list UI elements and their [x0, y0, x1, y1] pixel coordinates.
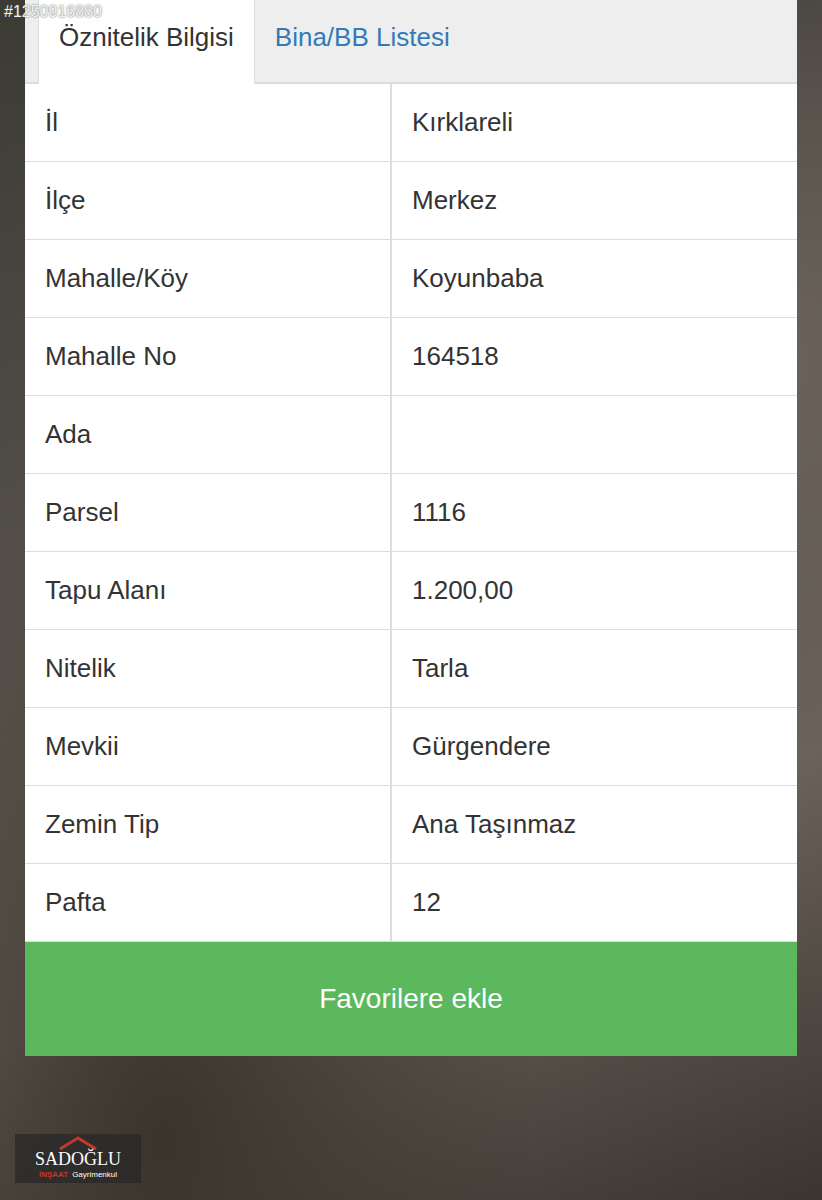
row-value: Merkez — [392, 162, 797, 239]
table-row: Zemin TipAna Taşınmaz — [25, 786, 797, 864]
tab[interactable]: Bina/BB Listesi — [255, 0, 470, 82]
logo-name: SADOĞLU — [35, 1150, 121, 1170]
table-row: Tapu Alanı1.200,00 — [25, 552, 797, 630]
table-row: Mahalle/KöyKoyunbaba — [25, 240, 797, 318]
row-value: 1116 — [392, 474, 797, 551]
screen: Öznitelik BilgisiBina/BB ListesiİlKırkla… — [0, 0, 822, 1200]
table-row: Mahalle No164518 — [25, 318, 797, 396]
roof-icon — [58, 1136, 98, 1150]
company-logo: SADOĞLUİNŞAATGayrimenkul — [15, 1134, 141, 1183]
table-row: Parsel1116 — [25, 474, 797, 552]
row-value: 12 — [392, 864, 797, 941]
row-value: Koyunbaba — [392, 240, 797, 317]
watermark-id: #1250916880 — [4, 3, 102, 21]
row-label: Ada — [25, 396, 392, 473]
row-value: Ana Taşınmaz — [392, 786, 797, 863]
row-label: Parsel — [25, 474, 392, 551]
row-label: Zemin Tip — [25, 786, 392, 863]
tab-bar: Öznitelik BilgisiBina/BB Listesi — [25, 0, 797, 84]
row-label: Nitelik — [25, 630, 392, 707]
row-label: Tapu Alanı — [25, 552, 392, 629]
row-value: Kırklareli — [392, 84, 797, 161]
row-label: Pafta — [25, 864, 392, 941]
row-label: İl — [25, 84, 392, 161]
table-row: Ada — [25, 396, 797, 474]
row-value — [392, 396, 797, 473]
row-value: 164518 — [392, 318, 797, 395]
row-value: Tarla — [392, 630, 797, 707]
table-row: İlKırklareli — [25, 84, 797, 162]
row-label: Mahalle No — [25, 318, 392, 395]
row-label: Mevkii — [25, 708, 392, 785]
row-label: Mahalle/Köy — [25, 240, 392, 317]
attribute-table: İlKırklareliİlçeMerkezMahalle/KöyKoyunba… — [25, 84, 797, 942]
row-value: 1.200,00 — [392, 552, 797, 629]
add-favorite-button[interactable]: Favorilere ekle — [25, 942, 797, 1056]
row-value: Gürgendere — [392, 708, 797, 785]
table-row: NitelikTarla — [25, 630, 797, 708]
logo-subline: İNŞAATGayrimenkul — [39, 1170, 117, 1180]
table-row: Pafta12 — [25, 864, 797, 942]
table-row: MevkiiGürgendere — [25, 708, 797, 786]
row-label: İlçe — [25, 162, 392, 239]
table-row: İlçeMerkez — [25, 162, 797, 240]
info-panel: Öznitelik BilgisiBina/BB ListesiİlKırkla… — [25, 0, 797, 1056]
